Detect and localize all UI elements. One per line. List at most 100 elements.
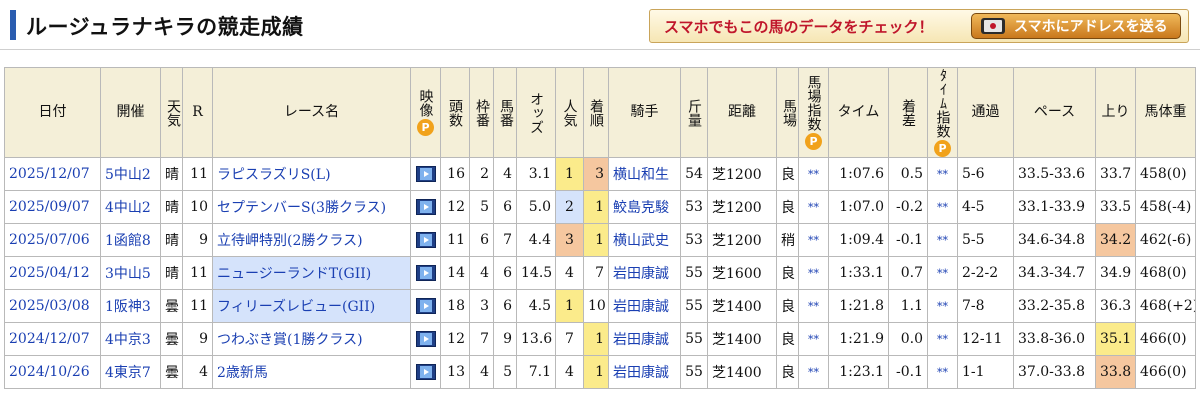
race-date[interactable]: 2025/07/06 bbox=[4, 223, 101, 257]
race-date[interactable]: 2024/10/26 bbox=[4, 355, 101, 389]
race-name-link[interactable]: つわぶき賞(1勝クラス) bbox=[217, 332, 363, 348]
video-cell[interactable] bbox=[410, 157, 441, 191]
track-index: ** bbox=[798, 157, 829, 191]
race-venue-link[interactable]: 4中京3 bbox=[105, 332, 151, 348]
jockey[interactable]: 岩田康誠 bbox=[608, 355, 681, 389]
race-date-link[interactable]: 2025/12/07 bbox=[9, 166, 90, 182]
video-cell[interactable] bbox=[410, 223, 441, 257]
last-3f: 33.5 bbox=[1095, 190, 1136, 224]
video-play-icon[interactable] bbox=[415, 331, 436, 347]
jockey[interactable]: 岩田康誠 bbox=[608, 322, 681, 356]
send-address-label: スマホにアドレスを送る bbox=[1014, 19, 1168, 35]
jockey-link[interactable]: 横山武史 bbox=[613, 233, 669, 249]
jockey-link[interactable]: 横山和生 bbox=[613, 167, 669, 183]
race-date[interactable]: 2024/12/07 bbox=[4, 322, 101, 356]
race-venue-link[interactable]: 3中山5 bbox=[105, 266, 151, 282]
video-play-icon[interactable] bbox=[415, 166, 436, 182]
time-index: ** bbox=[927, 289, 958, 323]
video-play-icon[interactable] bbox=[415, 364, 436, 380]
race-results-body: 2025/12/07 5中山2 晴 11 ラピスラズリS(L) 16 2 4 3.1 1 3 横山和生… bbox=[4, 157, 1196, 389]
track-condition: 良 bbox=[776, 256, 799, 290]
race-venue-link[interactable]: 4中山2 bbox=[105, 200, 151, 216]
jockey[interactable]: 岩田康誠 bbox=[608, 289, 681, 323]
race-name[interactable]: セプテンバーS(3勝クラス) bbox=[212, 190, 411, 224]
race-name-link[interactable]: ニュージーランドT(GII) bbox=[217, 266, 371, 282]
race-venue[interactable]: 5中山2 bbox=[100, 157, 161, 191]
race-date-link[interactable]: 2025/03/08 bbox=[9, 298, 90, 314]
race-name-link[interactable]: フィリーズレビュー(GII) bbox=[217, 299, 375, 315]
video-play-icon[interactable] bbox=[415, 298, 436, 314]
race-number: 10 bbox=[182, 190, 213, 224]
race-name[interactable]: 2歳新馬 bbox=[212, 355, 411, 389]
col-header-frame: 枠番 bbox=[469, 67, 494, 158]
race-name[interactable]: 立待岬特別(2勝クラス) bbox=[212, 223, 411, 257]
race-name[interactable]: フィリーズレビュー(GII) bbox=[212, 289, 411, 323]
race-venue-link[interactable]: 5中山2 bbox=[105, 167, 151, 183]
jockey-link[interactable]: 岩田康誠 bbox=[613, 299, 669, 315]
race-date[interactable]: 2025/12/07 bbox=[4, 157, 101, 191]
finish-time: 1:07.6 bbox=[828, 157, 889, 191]
video-cell[interactable] bbox=[410, 322, 441, 356]
race-date[interactable]: 2025/09/07 bbox=[4, 190, 101, 224]
col-header-distance: 距離 bbox=[707, 67, 777, 158]
race-name-link[interactable]: 2歳新馬 bbox=[217, 365, 268, 381]
race-venue[interactable]: 4東京7 bbox=[100, 355, 161, 389]
race-venue[interactable]: 1函館8 bbox=[100, 223, 161, 257]
passing-order: 5-5 bbox=[957, 223, 1014, 257]
race-number: 11 bbox=[182, 157, 213, 191]
jockey-link[interactable]: 岩田康誠 bbox=[613, 365, 669, 381]
jockey-link[interactable]: 岩田康誠 bbox=[613, 332, 669, 348]
col-header-venue: 開催 bbox=[100, 67, 161, 158]
odds: 14.5 bbox=[516, 256, 556, 290]
race-name[interactable]: ニュージーランドT(GII) bbox=[212, 256, 411, 290]
jockey[interactable]: 岩田康誠 bbox=[608, 256, 681, 290]
race-venue[interactable]: 4中山2 bbox=[100, 190, 161, 224]
table-row: 2025/07/06 1函館8 晴 9 立待岬特別(2勝クラス) 11 6 7 4.4 3 1 横山武… bbox=[4, 223, 1196, 257]
margin: 0.7 bbox=[888, 256, 928, 290]
video-play-icon[interactable] bbox=[415, 265, 436, 281]
race-date-link[interactable]: 2025/04/12 bbox=[9, 265, 90, 281]
table-row: 2024/12/07 4中京3 曇 9 つわぶき賞(1勝クラス) 12 7 9 13.6 7 1 岩田… bbox=[4, 322, 1196, 356]
video-cell[interactable] bbox=[410, 355, 441, 389]
video-cell[interactable] bbox=[410, 190, 441, 224]
passing-order: 1-1 bbox=[957, 355, 1014, 389]
race-name[interactable]: つわぶき賞(1勝クラス) bbox=[212, 322, 411, 356]
video-play-icon[interactable] bbox=[415, 199, 436, 215]
race-name-link[interactable]: ラピスラズリS(L) bbox=[217, 167, 331, 183]
video-cell[interactable] bbox=[410, 256, 441, 290]
passing-order: 4-5 bbox=[957, 190, 1014, 224]
jockey[interactable]: 横山和生 bbox=[608, 157, 681, 191]
col-header-horse-no: 馬番 bbox=[493, 67, 517, 158]
video-play-icon[interactable] bbox=[415, 232, 436, 248]
jockey[interactable]: 横山武史 bbox=[608, 223, 681, 257]
race-name-link[interactable]: 立待岬特別(2勝クラス) bbox=[217, 233, 363, 249]
race-date[interactable]: 2025/04/12 bbox=[4, 256, 101, 290]
race-date[interactable]: 2025/03/08 bbox=[4, 289, 101, 323]
race-venue[interactable]: 1阪神3 bbox=[100, 289, 161, 323]
jockey-link[interactable]: 岩田康誠 bbox=[613, 266, 669, 282]
track-index: ** bbox=[798, 322, 829, 356]
weather: 晴 bbox=[160, 223, 183, 257]
race-date-link[interactable]: 2025/07/06 bbox=[9, 232, 90, 248]
race-venue-link[interactable]: 4東京7 bbox=[105, 365, 151, 381]
race-venue-link[interactable]: 1函館8 bbox=[105, 233, 151, 249]
video-cell[interactable] bbox=[410, 289, 441, 323]
race-name-link[interactable]: セプテンバーS(3勝クラス) bbox=[217, 200, 386, 216]
pace: 33.8-36.0 bbox=[1013, 322, 1096, 356]
race-venue[interactable]: 4中京3 bbox=[100, 322, 161, 356]
distance: 芝1200 bbox=[707, 190, 777, 224]
race-date-link[interactable]: 2024/10/26 bbox=[9, 364, 90, 380]
send-address-button[interactable]: スマホにアドレスを送る bbox=[971, 13, 1181, 39]
col-header-track: 馬場 bbox=[776, 67, 799, 158]
race-venue[interactable]: 3中山5 bbox=[100, 256, 161, 290]
pace: 34.3-34.7 bbox=[1013, 256, 1096, 290]
race-venue-link[interactable]: 1阪神3 bbox=[105, 299, 151, 315]
race-name[interactable]: ラピスラズリS(L) bbox=[212, 157, 411, 191]
jockey[interactable]: 鮫島克駿 bbox=[608, 190, 681, 224]
jockey-link[interactable]: 鮫島克駿 bbox=[613, 200, 669, 216]
frame-number: 6 bbox=[469, 223, 494, 257]
race-date-link[interactable]: 2024/12/07 bbox=[9, 331, 90, 347]
race-date-link[interactable]: 2025/09/07 bbox=[9, 199, 90, 215]
margin-header-label: 着差 bbox=[900, 98, 916, 127]
horse-no-header-label: 馬番 bbox=[498, 98, 514, 127]
